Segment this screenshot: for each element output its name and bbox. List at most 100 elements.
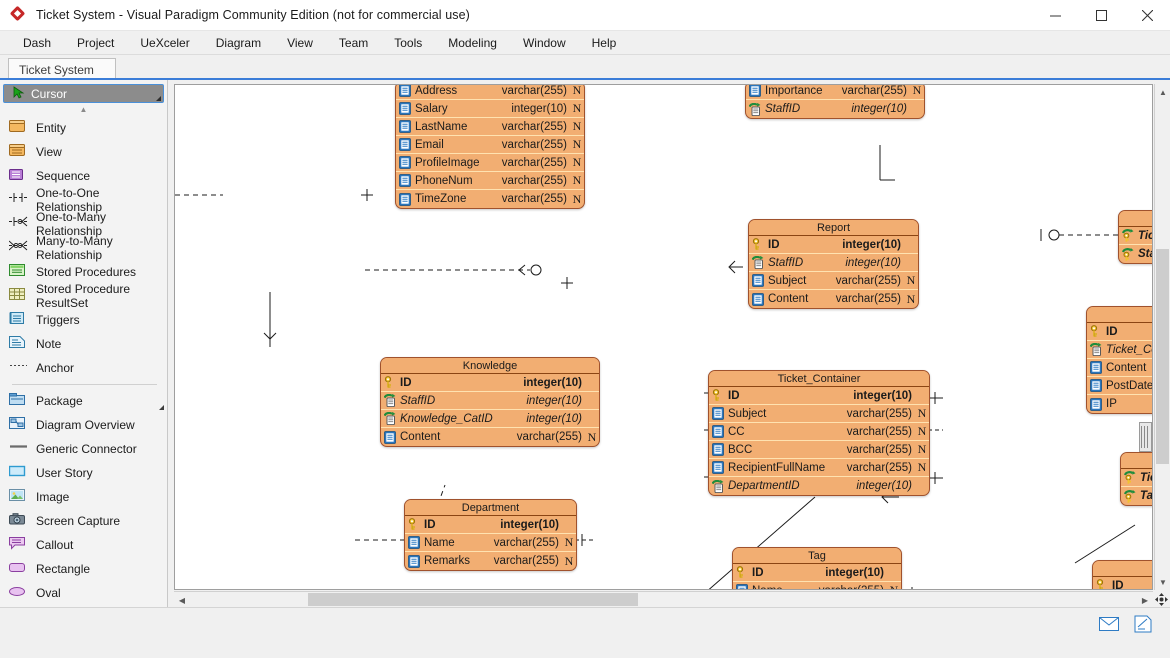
entity-column-row[interactable]: TimeZone varchar(255) N <box>396 190 584 208</box>
canvas-resize-grip[interactable] <box>1139 422 1152 452</box>
palette-item-stored-procedure-resultset[interactable]: Stored Procedure ResultSet <box>0 282 167 310</box>
scroll-up-arrow-icon[interactable]: ▲ <box>1155 84 1170 100</box>
pan-move-icon[interactable] <box>1153 591 1169 607</box>
palette-item-rectangle[interactable]: Rectangle <box>0 557 167 581</box>
palette-item-package[interactable]: Package <box>0 389 167 413</box>
entity-column-row[interactable]: StaffIDinteger(10) <box>749 254 918 272</box>
menu-item-window[interactable]: Window <box>510 33 579 53</box>
palette-item-triggers[interactable]: Triggers <box>0 308 167 332</box>
entity-column-row[interactable]: IDinteger(10) <box>381 374 599 392</box>
entity-column-row[interactable]: Ticket_ContainerIDinteger(10) <box>1087 341 1152 359</box>
erd-canvas[interactable]: Address varchar(255) N Salary integer(10) N La… <box>174 84 1153 590</box>
entity-column-row[interactable]: LastName varchar(255) N <box>396 118 584 136</box>
horizontal-scroll-thumb[interactable] <box>308 593 638 606</box>
entity-column-row[interactable]: IDinteger(10) <box>733 564 901 582</box>
scroll-left-arrow-icon[interactable]: ◀ <box>174 592 190 608</box>
menu-item-help[interactable]: Help <box>579 33 630 53</box>
menu-item-modeling[interactable]: Modeling <box>435 33 510 53</box>
entity-column-row[interactable]: Contentvarchar(255)N <box>381 428 599 446</box>
entity-ticket_staff[interactable]: Ticket_StaffTicketIDinteger(10)StaffIDin… <box>1118 210 1152 264</box>
palette-item-user-story[interactable]: User Story <box>0 461 167 485</box>
entity-column-row[interactable]: DepartmentID integer(10) <box>709 477 929 495</box>
palette-item-generic-connector[interactable]: Generic Connector <box>0 437 167 461</box>
close-icon[interactable] <box>1124 0 1170 31</box>
entity-column-row[interactable]: CC varchar(255) N <box>709 423 929 441</box>
palette-item-screen-capture[interactable]: Screen Capture <box>0 509 167 533</box>
entity-column-row[interactable]: Knowledge_CatID integer(10) <box>381 410 599 428</box>
entity-column-row[interactable]: Salary integer(10) N <box>396 100 584 118</box>
entity-column-row[interactable]: ProfileImage varchar(255) N <box>396 154 584 172</box>
entity-ticket[interactable]: Importance varchar(255) N StaffID integer(10… <box>745 85 925 119</box>
menu-item-uexceler[interactable]: UeXceler <box>127 33 202 53</box>
canvas-vertical-scrollbar[interactable]: ▲ ▼ <box>1154 84 1170 590</box>
entity-column-row[interactable]: Namevarchar(255)N <box>733 582 901 589</box>
entity-ticket_reply[interactable]: Ticket_ReplyIDinteger(10)Ticket_Containe… <box>1086 306 1152 414</box>
menu-item-view[interactable]: View <box>274 33 326 53</box>
palette-item-oval[interactable]: Oval <box>0 581 167 605</box>
menu-item-tools[interactable]: Tools <box>381 33 435 53</box>
entity-column-row[interactable]: Contentvarchar(255)N <box>749 290 918 308</box>
entity-column-row[interactable]: Namevarchar(255)N <box>405 534 576 552</box>
palette-item-anchor[interactable]: Anchor <box>0 356 167 380</box>
palette-item-diagram-overview[interactable]: Diagram Overview <box>0 413 167 437</box>
entity-column-row[interactable]: IDinteger(10) <box>749 236 918 254</box>
palette-item-entity[interactable]: Entity <box>0 116 167 140</box>
column-nullable-flag: N <box>572 173 582 187</box>
scroll-down-arrow-icon[interactable]: ▼ <box>1155 574 1170 590</box>
entity-column-row[interactable]: RecipientFullName varchar(255) N <box>709 459 929 477</box>
entity-column-row[interactable]: Address varchar(255) N <box>396 85 584 100</box>
minimize-icon[interactable] <box>1032 0 1078 31</box>
entity-column-row[interactable]: PhoneNum varchar(255) N <box>396 172 584 190</box>
entity-column-row[interactable]: IDinteger(10) <box>405 516 576 534</box>
entity-staff[interactable]: Address varchar(255) N Salary integer(10) N La… <box>395 85 585 209</box>
entity-column-row[interactable]: Subject varchar(255) N <box>749 272 918 290</box>
entity-column-row[interactable]: StaffIDinteger(10) <box>746 100 924 118</box>
entity-column-row[interactable]: IDinteger(10) <box>709 387 929 405</box>
entity-column-row[interactable]: Remarks varchar(255) N <box>405 552 576 570</box>
maximize-icon[interactable] <box>1078 0 1124 31</box>
menu-item-diagram[interactable]: Diagram <box>203 33 274 53</box>
entity-column-row[interactable]: Importance varchar(255) N <box>746 85 924 100</box>
palette-item-callout[interactable]: Callout <box>0 533 167 557</box>
entity-column-row[interactable]: IPvarchar(255)N <box>1087 395 1152 413</box>
entity-column-row[interactable]: StaffIDinteger(10) <box>1119 245 1152 263</box>
palette-item-one-to-one-relationship[interactable]: One-to-One Relationship <box>0 186 167 214</box>
menu-item-team[interactable]: Team <box>326 33 381 53</box>
entity-column-row[interactable]: PostDatedateN <box>1087 377 1152 395</box>
palette-item-cursor[interactable]: Cursor <box>3 84 164 103</box>
entity-column-row[interactable]: Subject varchar(255) N <box>709 405 929 423</box>
entity-ticket_container[interactable]: Ticket_Container ID integer(10) Subject varc… <box>708 370 930 496</box>
palette-item-sequence[interactable]: Sequence <box>0 164 167 188</box>
entity-column-row[interactable]: StaffIDinteger(10) <box>381 392 599 410</box>
vertical-scroll-thumb[interactable] <box>1156 249 1169 464</box>
canvas-horizontal-scrollbar[interactable]: ◀ ▶ <box>174 591 1153 607</box>
palette-item-note[interactable]: Note <box>0 332 167 356</box>
entity-department[interactable]: Department ID integer(10) Name varchar(255) N… <box>404 499 577 571</box>
entity-column-row[interactable]: IDinteger(10) <box>1087 323 1152 341</box>
entity-column-row[interactable]: TicketIDinteger(10) <box>1121 469 1152 487</box>
edit-note-icon[interactable] <box>1130 613 1156 635</box>
entity-column-row[interactable]: IDinteger(10) <box>1093 577 1152 589</box>
entity-tag[interactable]: TagIDinteger(10)Namevarchar(255)NRemarks… <box>732 547 902 589</box>
entity-ticket_tag[interactable]: Ticket_TagTicketIDinteger(10)TagIDintege… <box>1120 452 1152 506</box>
entity-customer[interactable]: CustomerIDinteger(10)Namevarchar(255)NAd… <box>1092 560 1152 589</box>
menu-item-dash[interactable]: Dash <box>10 33 64 53</box>
entity-column-row[interactable]: BCC varchar(255) N <box>709 441 929 459</box>
palette-item-image[interactable]: Image <box>0 485 167 509</box>
envelope-message-icon[interactable] <box>1096 613 1122 635</box>
palette-item-many-to-many-relationship[interactable]: Many-to-Many Relationship <box>0 234 167 262</box>
scroll-up-arrow-icon[interactable]: ▲ <box>0 103 167 116</box>
entity-knowledge[interactable]: Knowledge ID integer(10) StaffID integer(10)… <box>380 357 600 447</box>
menu-item-project[interactable]: Project <box>64 33 127 53</box>
scroll-right-arrow-icon[interactable]: ▶ <box>1137 592 1153 608</box>
palette-item-view[interactable]: View <box>0 140 167 164</box>
entity-column-row[interactable]: Email varchar(255) N <box>396 136 584 154</box>
palette-item-stored-procedures[interactable]: Stored Procedures <box>0 260 167 284</box>
entity-column-row[interactable]: TagIDinteger(10) <box>1121 487 1152 505</box>
entity-report[interactable]: Report ID integer(10) StaffID integer(10) Sub… <box>748 219 919 309</box>
scroll-down-arrow-icon[interactable]: ▼ <box>0 605 167 607</box>
palette-item-one-to-many-relationship[interactable]: One-to-Many Relationship <box>0 210 167 238</box>
tab-ticket-system[interactable]: Ticket System <box>8 57 116 82</box>
entity-column-row[interactable]: Contentvarchar(255)N <box>1087 359 1152 377</box>
entity-column-row[interactable]: TicketIDinteger(10) <box>1119 227 1152 245</box>
